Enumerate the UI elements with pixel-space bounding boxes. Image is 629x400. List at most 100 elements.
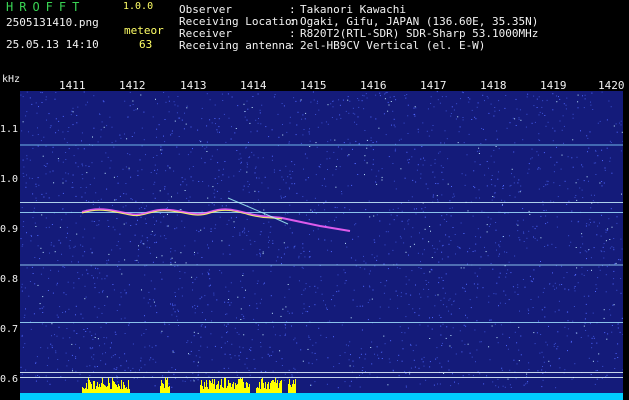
noise-speck [56, 282, 58, 284]
noise-speck [484, 246, 485, 248]
noise-speck [54, 98, 56, 100]
noise-speck [417, 128, 419, 130]
noise-speck [176, 146, 178, 148]
noise-speck [88, 201, 90, 202]
noise-speck [386, 280, 388, 282]
noise-speck [579, 187, 581, 189]
noise-speck [512, 286, 514, 288]
noise-speck [174, 378, 176, 379]
noise-speck [53, 245, 55, 247]
noise-speck [208, 247, 210, 249]
noise-speck [140, 207, 142, 208]
noise-speck [144, 265, 146, 267]
noise-speck [58, 270, 59, 272]
noise-speck [283, 197, 285, 198]
noise-speck [315, 114, 317, 115]
noise-speck [280, 257, 282, 259]
activity-bar [233, 382, 234, 393]
noise-speck [257, 199, 259, 201]
noise-speck [21, 335, 23, 337]
noise-speck [606, 338, 608, 340]
noise-speck [50, 343, 52, 345]
noise-speck [80, 244, 82, 246]
noise-speck [453, 195, 455, 197]
noise-speck [222, 100, 224, 101]
activity-bar [247, 383, 248, 393]
noise-speck [552, 285, 554, 287]
noise-speck [575, 195, 577, 196]
noise-speck [52, 292, 54, 294]
noise-speck [215, 123, 216, 125]
noise-speck [370, 347, 372, 348]
noise-speck [177, 105, 179, 107]
noise-speck [459, 247, 461, 249]
noise-speck [595, 150, 597, 152]
noise-speck [114, 229, 116, 231]
activity-bar [219, 389, 220, 393]
noise-speck [455, 118, 457, 120]
noise-speck [618, 259, 620, 261]
noise-speck [161, 153, 162, 155]
noise-speck [333, 151, 335, 153]
noise-speck [65, 294, 67, 296]
noise-speck [439, 102, 441, 104]
noise-speck [298, 213, 300, 215]
noise-speck [310, 209, 312, 211]
noise-speck [52, 146, 54, 148]
noise-speck [178, 136, 180, 137]
noise-speck [239, 346, 241, 348]
noise-speck [128, 324, 130, 326]
noise-speck [343, 269, 345, 271]
noise-speck [89, 184, 91, 185]
noise-speck [498, 255, 500, 257]
noise-speck [506, 251, 508, 253]
noise-speck [215, 224, 217, 226]
activity-bar [109, 383, 110, 393]
noise-speck [565, 108, 567, 110]
noise-speck [420, 177, 422, 179]
activity-bar [165, 378, 166, 393]
noise-speck [439, 383, 441, 385]
noise-speck [440, 165, 442, 167]
noise-speck [514, 255, 516, 257]
noise-speck [499, 302, 501, 304]
noise-speck [498, 100, 500, 102]
noise-speck [554, 164, 556, 166]
noise-speck [294, 245, 296, 247]
noise-speck [261, 298, 262, 300]
noise-speck [228, 244, 230, 246]
noise-speck [485, 251, 487, 253]
noise-speck [349, 209, 351, 211]
noise-speck [134, 132, 135, 134]
noise-speck [92, 136, 93, 138]
noise-speck [296, 342, 298, 344]
noise-speck [177, 192, 179, 194]
noise-speck [119, 248, 121, 250]
noise-speck [546, 99, 548, 101]
activity-bar [293, 380, 294, 393]
noise-speck [474, 116, 476, 118]
noise-speck [258, 118, 259, 119]
activity-bar [91, 384, 92, 393]
noise-speck [45, 99, 47, 101]
noise-speck [204, 295, 206, 297]
noise-speck [210, 158, 212, 160]
activity-bar [268, 382, 269, 393]
activity-bar [230, 383, 231, 393]
noise-speck [213, 204, 215, 206]
activity-bar [262, 378, 263, 393]
noise-speck [492, 268, 494, 270]
noise-speck [490, 179, 492, 181]
noise-speck [171, 367, 173, 369]
noise-speck [81, 132, 83, 134]
noise-speck [83, 336, 85, 338]
noise-speck [271, 159, 273, 161]
noise-speck [591, 269, 592, 271]
activity-bar [160, 386, 161, 393]
noise-speck [171, 386, 173, 388]
noise-speck [59, 306, 61, 308]
noise-speck [547, 183, 549, 185]
noise-speck [372, 149, 374, 151]
noise-speck [257, 122, 259, 124]
noise-speck [592, 312, 594, 314]
